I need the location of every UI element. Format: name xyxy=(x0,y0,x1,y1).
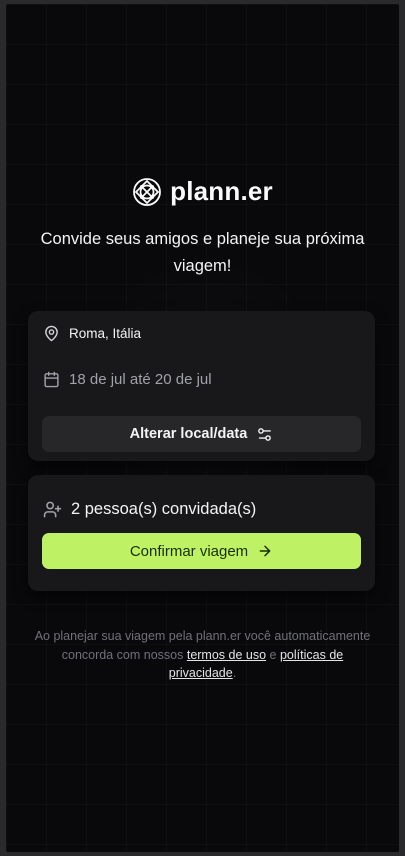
tagline: Convide seus amigos e planeje sua próxim… xyxy=(40,230,365,275)
logo: plann.er xyxy=(6,176,399,207)
terms-notice: Ao planejar sua viagem pela plann.er voc… xyxy=(30,627,375,683)
terms-connector: e xyxy=(269,647,277,662)
logo-icon xyxy=(133,177,162,206)
arrow-right-icon xyxy=(259,545,271,557)
app-name: plann.er xyxy=(170,176,273,206)
guests-card: 2 pessoa(s) convidada(s) Confirmar viage… xyxy=(28,475,375,591)
date-field: 18 de jul até 20 de jul xyxy=(43,371,212,388)
confirm-trip-button[interactable]: Confirmar viagem xyxy=(42,533,361,569)
terms-of-use-link[interactable]: termos de uso xyxy=(187,648,266,662)
change-location-date-button[interactable]: Alterar local/data xyxy=(42,416,361,452)
settings-sliders-icon xyxy=(258,427,272,441)
confirm-trip-label: Confirmar viagem xyxy=(129,542,249,560)
date-value: 18 de jul até 20 de jul xyxy=(69,371,212,388)
guests-summary[interactable]: 2 pessoa(s) convidada(s) xyxy=(43,500,256,519)
location-value: Roma, Itália xyxy=(69,326,142,341)
location-field: Roma, Itália xyxy=(43,325,141,342)
guests-count-text: 2 pessoa(s) convidada(s) xyxy=(71,500,257,518)
terms-end: . xyxy=(232,666,237,680)
user-plus-icon xyxy=(43,501,62,518)
map-pin-icon xyxy=(45,325,58,342)
trip-card: Roma, Itália 18 de jul até 20 de jul Alt… xyxy=(28,311,375,461)
calendar-icon xyxy=(44,371,59,388)
change-location-date-label: Alterar local/data xyxy=(129,426,248,442)
app-frame: plann.er Convide seus amigos e planeje s… xyxy=(6,4,399,852)
